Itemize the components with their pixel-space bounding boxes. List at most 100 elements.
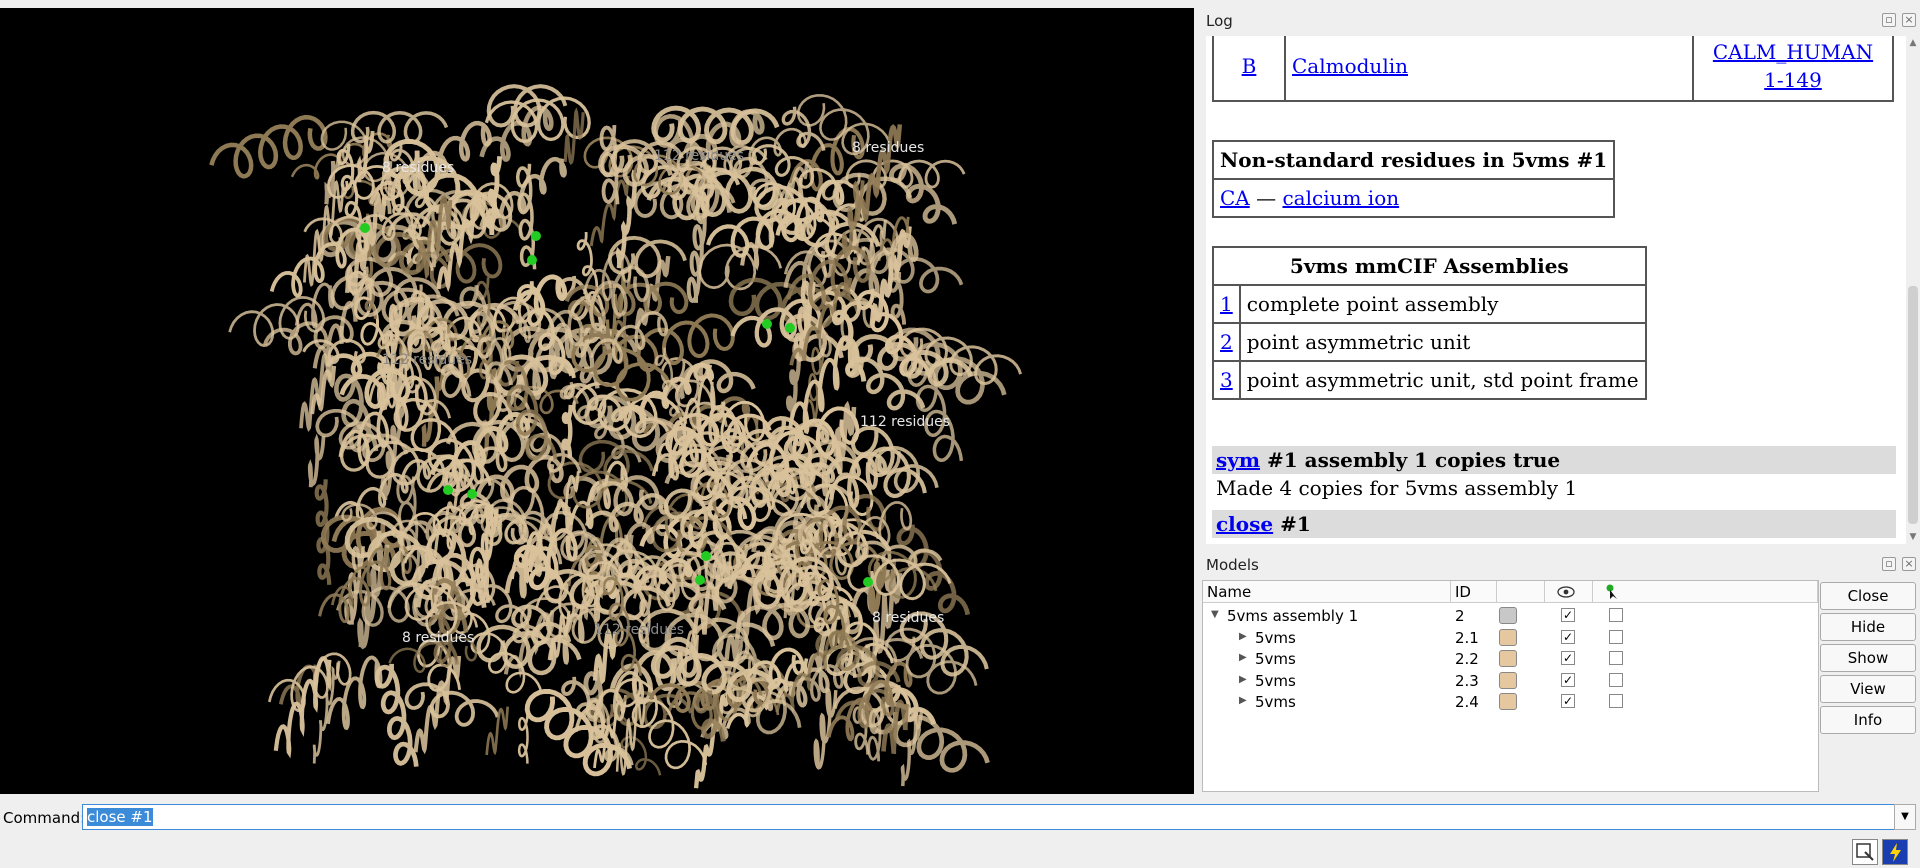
- column-header-shown[interactable]: [1545, 581, 1593, 603]
- expand-right-icon[interactable]: ▶: [1239, 674, 1247, 685]
- models-panel: Models ▫ × Name ID ▼ 5vms assembly 1 2 ✓ ▶ 5v…: [1200, 552, 1920, 794]
- model-name: 5vms: [1255, 650, 1296, 668]
- model-id: 2: [1455, 607, 1465, 625]
- assembly-desc: point asymmetric unit: [1238, 322, 1647, 362]
- log-panel: Log ▫ × B Calmodulin CALM_HUMAN 1-149 No…: [1200, 8, 1920, 552]
- column-header-color[interactable]: [1497, 581, 1545, 603]
- dash: —: [1256, 186, 1277, 210]
- assembly-link[interactable]: 2: [1220, 330, 1233, 354]
- column-header-id[interactable]: ID: [1451, 581, 1497, 603]
- assembly-desc: complete point assembly: [1238, 284, 1647, 324]
- lightning-icon[interactable]: [1882, 839, 1908, 865]
- shown-checkbox[interactable]: ✓: [1561, 694, 1575, 708]
- calcium-ion: [863, 577, 873, 587]
- table-header: Non-standard residues in 5vms #1: [1211, 140, 1616, 180]
- select-checkbox[interactable]: [1609, 608, 1623, 622]
- model-row[interactable]: ▼ 5vms assembly 1 2 ✓: [1203, 605, 1818, 626]
- info-button[interactable]: Info: [1820, 706, 1916, 734]
- pointer-icon: [1606, 584, 1617, 599]
- log-scrollbar[interactable]: ▲ ▼: [1906, 36, 1920, 544]
- selection-inspector-icon[interactable]: [1852, 839, 1878, 865]
- eye-icon: [1557, 586, 1575, 598]
- model-name: 5vms assembly 1: [1227, 607, 1359, 625]
- assembly-link[interactable]: 3: [1220, 368, 1233, 392]
- status-bar: [0, 836, 1920, 868]
- assembly-link[interactable]: 1: [1220, 292, 1233, 316]
- uniprot-link[interactable]: CALM_HUMAN 1-149: [1713, 40, 1873, 92]
- select-checkbox[interactable]: [1609, 672, 1623, 687]
- select-checkbox[interactable]: [1609, 694, 1623, 708]
- view-button[interactable]: View: [1820, 675, 1916, 703]
- expand-right-icon[interactable]: ▶: [1239, 631, 1247, 642]
- residue-label: 112 residues: [860, 414, 951, 430]
- model-row[interactable]: ▶ 5vms 2.2 ✓: [1203, 648, 1818, 669]
- table-row: 1 complete point assembly: [1212, 284, 1647, 324]
- residue-label: 112 residues: [654, 148, 745, 164]
- model-color-swatch[interactable]: [1499, 628, 1517, 646]
- model-color-swatch[interactable]: [1499, 607, 1517, 624]
- command-text: close #1: [87, 808, 153, 826]
- command-link[interactable]: close: [1216, 512, 1273, 536]
- close-button[interactable]: Close: [1820, 582, 1916, 610]
- calcium-ion: [443, 485, 453, 495]
- model-row[interactable]: ▶ 5vms 2.3 ✓: [1203, 670, 1818, 691]
- residue-name-link[interactable]: calcium ion: [1282, 186, 1399, 210]
- calcium-ion: [785, 323, 795, 333]
- log-title: Log: [1206, 12, 1233, 30]
- calcium-ion: [695, 575, 705, 585]
- log-command: sym #1 assembly 1 copies true: [1212, 446, 1896, 474]
- command-label: Command:: [3, 809, 86, 827]
- close-icon[interactable]: ×: [1902, 13, 1916, 27]
- column-header-select[interactable]: [1593, 581, 1818, 603]
- chain-link[interactable]: B: [1242, 54, 1257, 78]
- command-link[interactable]: sym: [1216, 448, 1260, 472]
- table-row: 3 point asymmetric unit, std point frame: [1212, 360, 1647, 400]
- table-row: B Calmodulin CALM_HUMAN 1-149: [1212, 36, 1894, 102]
- model-name: 5vms: [1255, 671, 1296, 690]
- nonstandard-table: Non-standard residues in 5vms #1 CA — ca…: [1211, 140, 1616, 218]
- expand-down-icon[interactable]: ▼: [1211, 609, 1219, 620]
- model-color-swatch[interactable]: [1499, 693, 1517, 710]
- calcium-ion: [467, 489, 477, 499]
- calcium-ion: [360, 223, 370, 233]
- calcium-ion: [531, 231, 541, 241]
- chevron-down-icon[interactable]: ▼: [1894, 804, 1916, 830]
- command-args: #1 assembly 1 copies true: [1260, 448, 1561, 472]
- models-title: Models: [1206, 556, 1259, 574]
- shown-checkbox[interactable]: ✓: [1561, 608, 1575, 622]
- shown-checkbox[interactable]: ✓: [1561, 651, 1575, 665]
- models-tree: Name ID ▼ 5vms assembly 1 2 ✓ ▶ 5vms 2.1 ✓ ▶ 5vms…: [1202, 580, 1819, 792]
- log-message: Made 4 copies for 5vms assembly 1: [1216, 476, 1578, 500]
- residue-code-link[interactable]: CA: [1220, 186, 1250, 210]
- select-checkbox[interactable]: [1609, 629, 1623, 644]
- log-command: close #1: [1212, 510, 1896, 538]
- command-input[interactable]: close #1: [82, 804, 1895, 830]
- scroll-up-icon[interactable]: ▲: [1908, 38, 1918, 48]
- select-checkbox[interactable]: [1609, 651, 1623, 665]
- assembly-desc: point asymmetric unit, std point frame: [1238, 360, 1647, 400]
- model-color-swatch[interactable]: [1499, 671, 1517, 689]
- expand-right-icon[interactable]: ▶: [1239, 695, 1247, 706]
- hide-button[interactable]: Hide: [1820, 613, 1916, 641]
- undock-icon[interactable]: ▫: [1882, 557, 1896, 571]
- close-icon[interactable]: ×: [1902, 557, 1916, 571]
- show-button[interactable]: Show: [1820, 644, 1916, 672]
- scroll-down-icon[interactable]: ▼: [1908, 532, 1918, 542]
- column-header-name[interactable]: Name: [1203, 581, 1451, 603]
- residue-label: 8 residues: [872, 610, 945, 626]
- shown-checkbox[interactable]: ✓: [1561, 629, 1575, 644]
- chain-table: B Calmodulin CALM_HUMAN 1-149: [1212, 36, 1894, 102]
- model-color-swatch[interactable]: [1499, 650, 1517, 667]
- undock-icon[interactable]: ▫: [1882, 13, 1896, 27]
- graphics-viewer[interactable]: 8 residues 112 residues 8 residues 112 r…: [0, 8, 1194, 794]
- shown-checkbox[interactable]: ✓: [1561, 672, 1575, 687]
- scroll-thumb[interactable]: [1908, 286, 1918, 524]
- calcium-ion: [762, 319, 772, 329]
- model-row[interactable]: ▶ 5vms 2.1 ✓: [1203, 627, 1818, 648]
- description-link[interactable]: Calmodulin: [1292, 54, 1408, 78]
- assemblies-table: 5vms mmCIF Assemblies 1 complete point as…: [1212, 246, 1647, 400]
- expand-right-icon[interactable]: ▶: [1239, 652, 1247, 663]
- model-id: 2.2: [1455, 650, 1479, 668]
- model-row[interactable]: ▶ 5vms 2.4 ✓: [1203, 691, 1818, 712]
- model-id: 2.1: [1455, 628, 1479, 647]
